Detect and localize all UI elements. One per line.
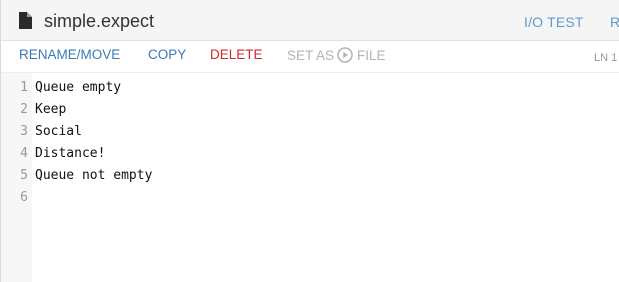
play-circle-icon — [337, 47, 353, 63]
code-line[interactable]: 2 Keep — [1, 99, 619, 121]
line-number: 1 — [20, 80, 28, 95]
line-number: 6 — [20, 190, 28, 205]
io-test-button[interactable]: I/O TEST — [524, 14, 584, 30]
code-line[interactable]: 4 Distance! — [1, 143, 619, 165]
code-line[interactable]: 3 Social — [1, 121, 619, 143]
line-text[interactable]: Distance! — [35, 143, 105, 165]
code-editor[interactable]: 1 Queue empty 2 Keep 3 Social 4 Distance… — [1, 73, 619, 282]
run-button[interactable]: R — [610, 14, 619, 30]
line-number-indicator: LN 1 — [594, 52, 618, 64]
code-line[interactable]: 5 Queue not empty — [1, 165, 619, 187]
code-line[interactable]: 1 Queue empty — [1, 77, 619, 99]
line-text[interactable]: Keep — [35, 99, 66, 121]
line-number: 4 — [20, 146, 28, 161]
delete-button[interactable]: DELETE — [210, 47, 263, 62]
file-icon — [19, 12, 32, 29]
code-line[interactable]: 6 — [1, 187, 619, 209]
editor-panel: simple.expect I/O TEST R RENAME/MOVE COP… — [0, 0, 619, 282]
line-text[interactable]: Social — [35, 121, 82, 143]
line-text[interactable]: Queue empty — [35, 77, 121, 99]
copy-button[interactable]: COPY — [148, 47, 186, 62]
file-header: simple.expect I/O TEST R — [1, 0, 619, 41]
line-number: 5 — [20, 168, 28, 183]
line-number: 3 — [20, 124, 28, 139]
file-name: simple.expect — [44, 11, 155, 31]
set-as-file-button[interactable]: SET AS FILE — [287, 47, 386, 63]
file-toolbar: RENAME/MOVE COPY DELETE SET AS FILE LN 1 — [1, 41, 619, 73]
set-as-prefix: SET AS — [287, 47, 335, 63]
line-number: 2 — [20, 102, 28, 117]
rename-move-button[interactable]: RENAME/MOVE — [19, 47, 120, 62]
line-text[interactable]: Queue not empty — [35, 165, 152, 187]
set-as-suffix: FILE — [357, 47, 386, 63]
